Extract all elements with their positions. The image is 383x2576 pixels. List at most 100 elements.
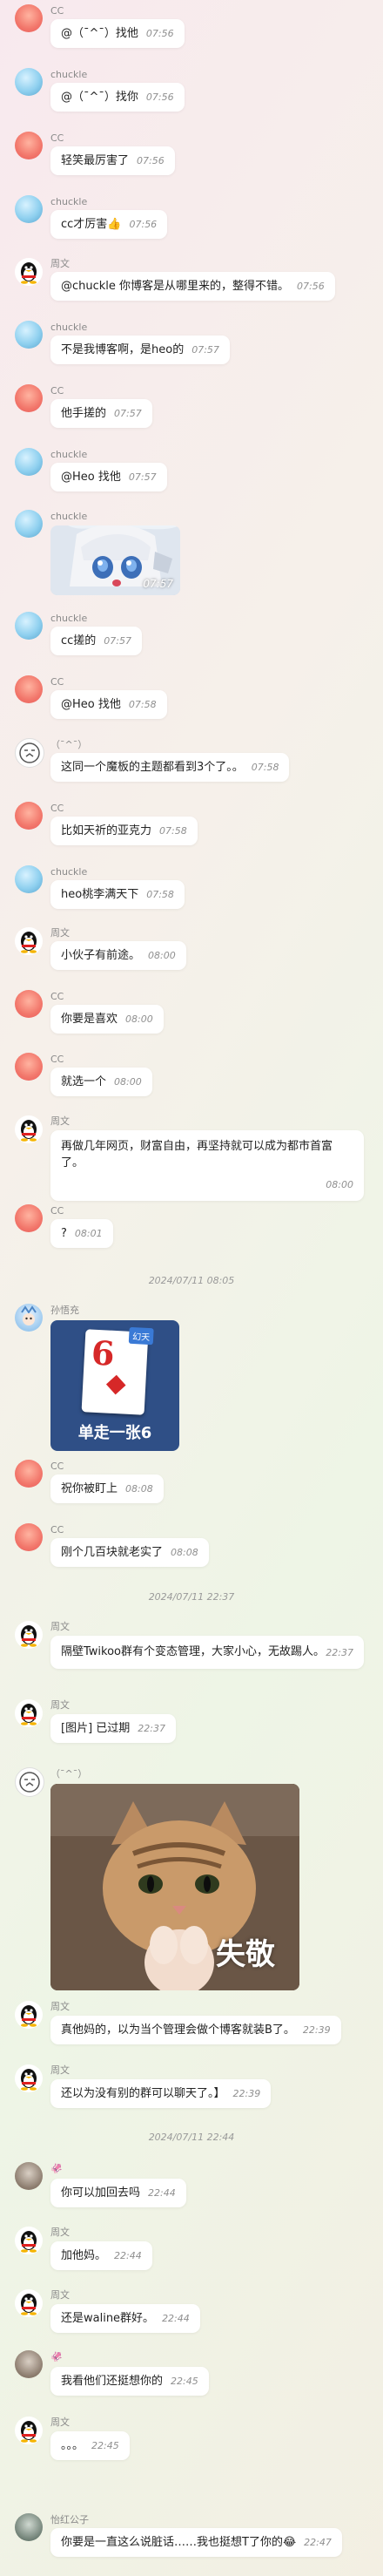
avatar[interactable]	[15, 2064, 43, 2092]
message-bubble: 这同一个魔板的主题都看到3个了。。 07:58	[50, 753, 290, 782]
message-text: ?	[61, 1227, 67, 1240]
message-bubble: ? 08:01	[50, 1219, 113, 1248]
avatar[interactable]	[15, 802, 43, 830]
message-bubble: 不是我博客啊，是heo的 07:57	[50, 336, 230, 364]
avatar[interactable]	[15, 2162, 43, 2190]
avatar[interactable]	[15, 2001, 43, 2029]
message-bubble: 我看他们还挺想你的 22:45	[50, 2367, 209, 2396]
avatar[interactable]	[15, 738, 44, 768]
message-text: @（ˉ^ˉ）找你	[61, 91, 138, 104]
sender-name: （ˉ^ˉ）	[50, 739, 88, 750]
message-text: 就选一个	[61, 1075, 107, 1088]
avatar[interactable]	[15, 1460, 43, 1488]
avatar[interactable]	[15, 1767, 44, 1797]
face-icon	[19, 742, 40, 763]
message-text: 真他妈的，以为当个管理会做个博客就装B了。	[61, 2024, 295, 2037]
diamond-icon	[105, 1374, 126, 1395]
avatar[interactable]	[15, 1304, 43, 1332]
avatar[interactable]	[15, 2227, 43, 2254]
playing-card: 6 幻天	[81, 1326, 154, 1415]
date-divider: 2024/07/11 08:05	[148, 1275, 235, 1286]
cat-meme-image[interactable]: 失敬	[50, 1784, 299, 1990]
sender-name: 周文	[50, 2289, 70, 2301]
sender-name: 周文	[50, 2227, 70, 2238]
penguin-icon	[21, 932, 37, 953]
sender-name: 周文	[50, 1699, 70, 1711]
message-time: 07:56	[129, 219, 158, 230]
avatar[interactable]	[15, 927, 43, 955]
message-text: 他手搓的	[61, 407, 107, 420]
avatar[interactable]	[15, 321, 43, 349]
avatar[interactable]	[15, 132, 43, 159]
avatar[interactable]	[15, 510, 43, 538]
message-text: 你要是一直这么说脏话……我也挺想T了你的😂	[61, 2536, 297, 2549]
avatar[interactable]	[15, 865, 43, 893]
avatar[interactable]	[15, 990, 43, 1018]
avatar[interactable]	[15, 1621, 43, 1649]
message-time: 22:44	[114, 2250, 142, 2261]
message-bubble: 祝你被盯上 08:08	[50, 1474, 164, 1503]
message-bubble: cc搓的 07:57	[50, 627, 142, 655]
avatar[interactable]	[15, 4, 43, 32]
avatar[interactable]	[15, 675, 43, 703]
penguin-icon	[21, 2005, 37, 2027]
message-time: 08:01	[74, 1228, 103, 1239]
character-icon	[21, 1305, 37, 1325]
avatar[interactable]	[15, 2417, 43, 2444]
message-text: @chuckle 你博客是从哪里来的，整得不错。	[61, 280, 290, 293]
sender-name: CC	[50, 803, 64, 814]
message-bubble: 真他妈的，以为当个管理会做个博客就装B了。 22:39	[50, 2016, 341, 2044]
message-text: heo桃李满天下	[61, 888, 139, 901]
sender-name: 周文	[50, 927, 70, 939]
sender-name: 周文	[50, 2064, 70, 2076]
avatar[interactable]	[15, 1053, 43, 1081]
message-bubble: heo桃李满天下 07:58	[50, 880, 185, 909]
sender-name: 怡红公子	[50, 2514, 89, 2525]
message-time: 07:57	[143, 578, 173, 590]
sender-name: chuckle	[50, 613, 88, 624]
avatar[interactable]	[15, 1699, 43, 1727]
message-text: 你要是喜欢	[61, 1013, 118, 1026]
sender-name: 🦑	[50, 2163, 63, 2174]
message-time: 08:08	[125, 1483, 153, 1495]
sender-name: chuckle	[50, 511, 88, 522]
avatar[interactable]	[15, 2513, 43, 2541]
sender-name: （ˉ^ˉ）	[50, 1768, 88, 1779]
avatar[interactable]	[15, 384, 43, 412]
message-bubble: @Heo 找他 07:58	[50, 690, 167, 719]
avatar[interactable]	[15, 612, 43, 640]
avatar[interactable]	[15, 2350, 43, 2378]
message-time: 08:00	[326, 1179, 353, 1190]
message-text: 还是waline群好。	[61, 2312, 155, 2325]
sender-name: 周文	[50, 2417, 70, 2428]
message-bubble: 加他妈。 22:44	[50, 2241, 152, 2270]
message-time: 07:56	[297, 281, 325, 292]
message-time: 07:58	[146, 889, 174, 900]
message-time: 07:56	[137, 155, 165, 166]
face-icon	[19, 1772, 40, 1793]
message-bubble: @chuckle 你博客是从哪里来的，整得不错。 07:56	[50, 272, 335, 301]
avatar[interactable]	[15, 2289, 43, 2317]
sender-name: chuckle	[50, 322, 88, 333]
avatar[interactable]	[15, 195, 43, 223]
message-bubble: 轻笑最厉害了 07:56	[50, 146, 175, 175]
message-time: 07:58	[159, 825, 187, 837]
message-bubble: [图片] 已过期 22:37	[50, 1714, 176, 1743]
avatar[interactable]	[15, 448, 43, 476]
message-text: cc才厉害👍	[61, 218, 122, 231]
date-divider: 2024/07/11 22:44	[148, 2132, 235, 2143]
avatar[interactable]	[15, 258, 43, 286]
avatar[interactable]	[15, 1115, 43, 1143]
sender-name: CC	[50, 132, 64, 144]
avatar[interactable]	[15, 68, 43, 96]
avatar[interactable]	[15, 1204, 43, 1232]
sender-name: CC	[50, 1205, 64, 1217]
message-text: 再做几年网页，财富自由，再坚持就可以成为都市首富了。	[61, 1140, 333, 1169]
sticker-image[interactable]: 07:57	[50, 525, 180, 595]
message-bubble: @（ˉ^ˉ）找他 07:56	[50, 19, 185, 48]
sender-name: 🦑	[50, 2351, 63, 2362]
sender-name: CC	[50, 676, 64, 688]
card-sticker[interactable]: 6 幻天 单走一张6	[50, 1320, 179, 1451]
sender-name: chuckle	[50, 196, 88, 207]
avatar[interactable]	[15, 1523, 43, 1551]
